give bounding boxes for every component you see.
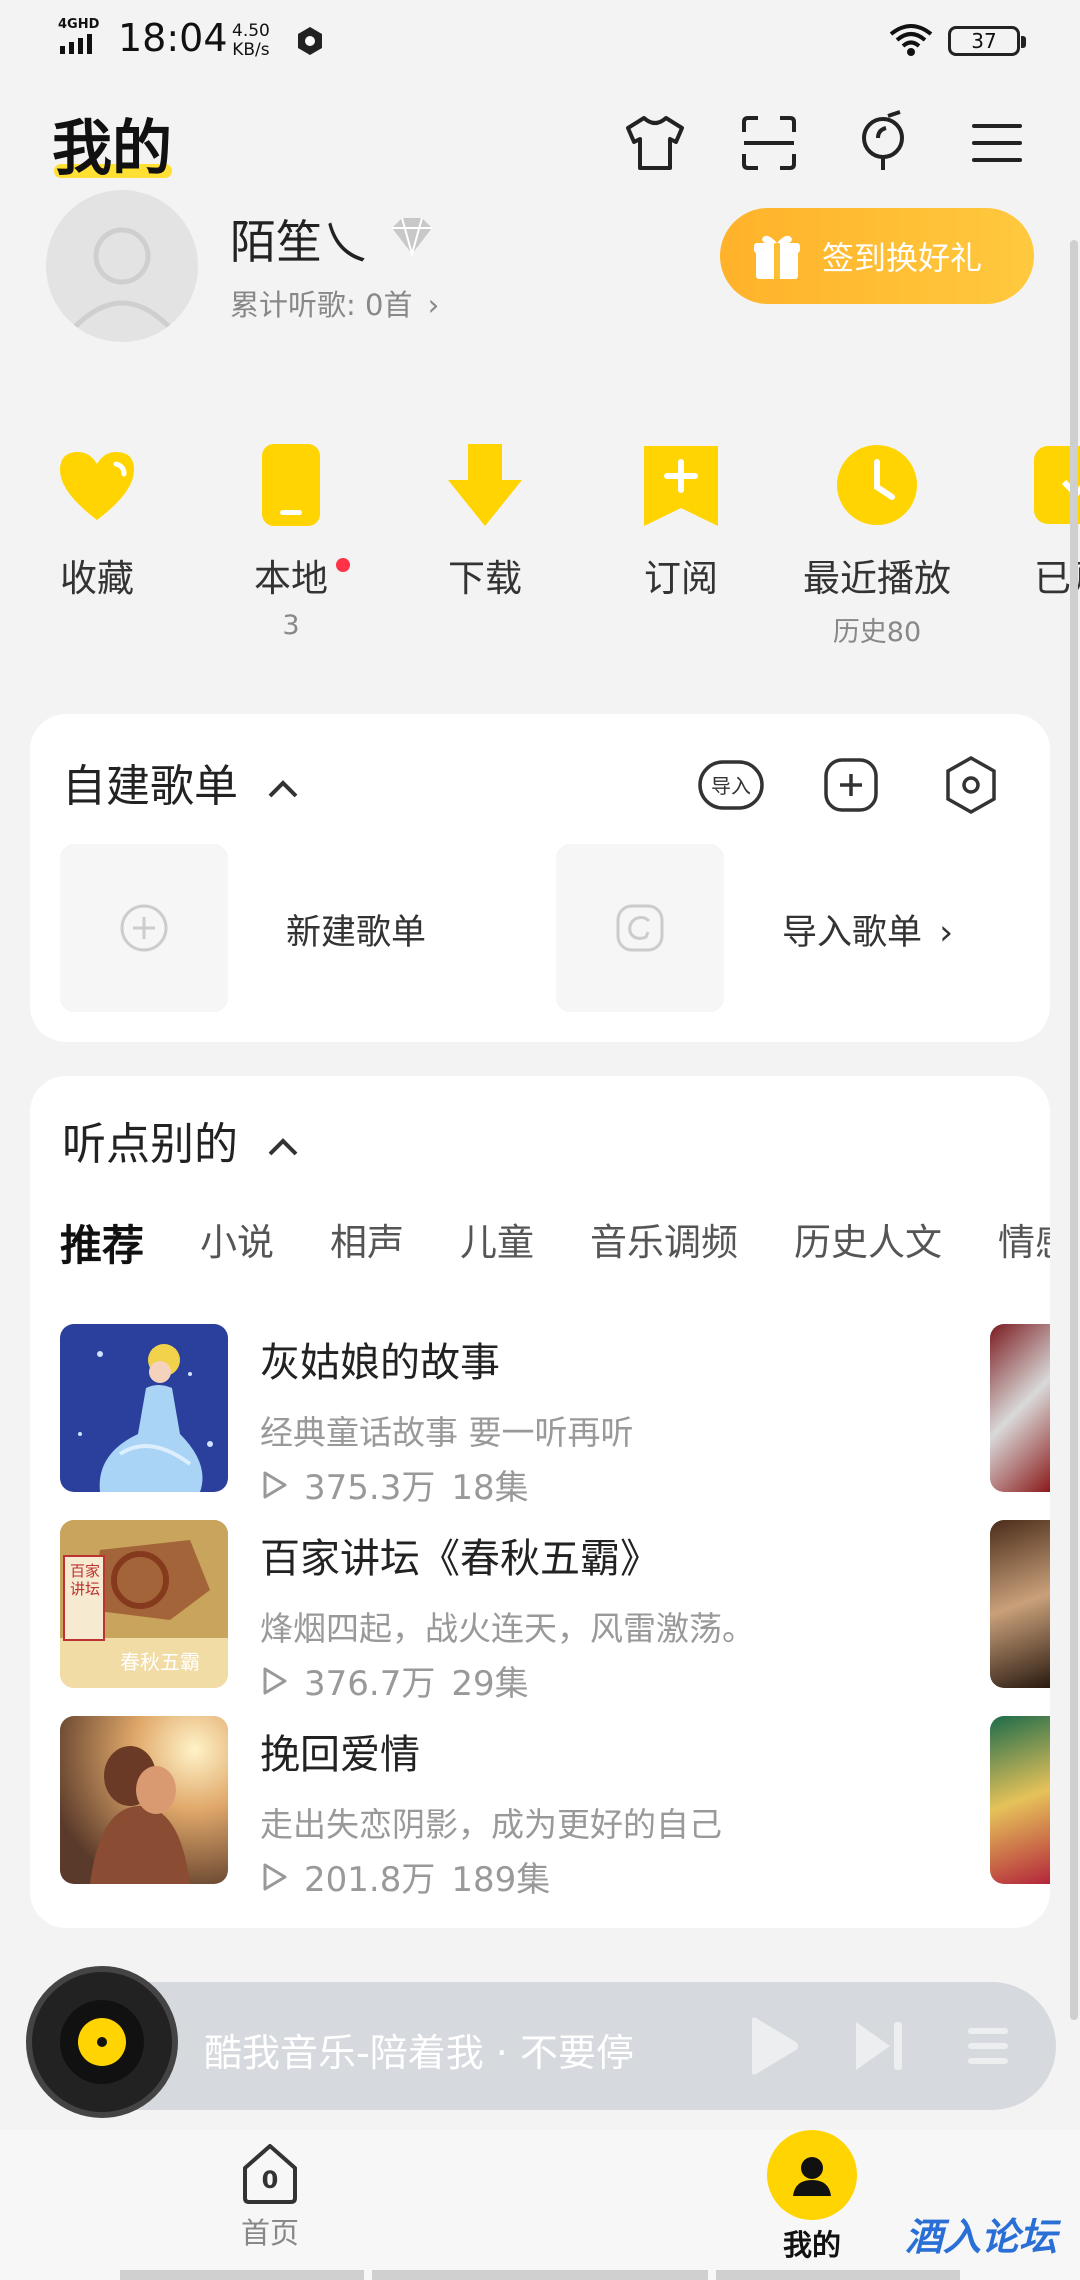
net-speed: 4.50 KB/s	[232, 21, 270, 60]
quick-entry-download[interactable]: 下载	[400, 440, 570, 602]
disc-icon[interactable]	[26, 1966, 178, 2118]
new-playlist-item[interactable]: 新建歌单	[60, 844, 530, 1012]
play-count: 376.7万	[304, 1664, 436, 1704]
avatar[interactable]	[46, 190, 198, 342]
my-playlists-card: 自建歌单 导入 新建歌单 导入歌单 ›	[30, 714, 1050, 1042]
import-refresh-icon	[556, 844, 724, 1012]
tshirt-icon[interactable]	[620, 108, 690, 178]
plus-circle-icon	[60, 844, 228, 1012]
scan-icon[interactable]	[734, 108, 804, 178]
next-track-button[interactable]	[850, 2014, 910, 2078]
quick-entry-favorites[interactable]: 收藏	[12, 440, 182, 602]
play-icon	[263, 1863, 287, 1890]
nav-home[interactable]: 0 首页	[230, 2140, 310, 2252]
clock-icon	[832, 440, 922, 530]
episode-count: 189集	[451, 1860, 551, 1900]
listen-count[interactable]: 累计听歌: 0首 ›	[230, 282, 439, 324]
mic-icon[interactable]	[848, 108, 918, 178]
play-button[interactable]	[742, 2014, 802, 2078]
tab-history[interactable]: 历史人文	[794, 1212, 942, 1266]
chevron-right-icon: ›	[427, 288, 440, 322]
gift-icon	[754, 235, 800, 279]
page-title: 我的	[52, 114, 172, 184]
now-playing-text[interactable]: 酷我音乐-陪着我 · 不要停	[204, 2022, 634, 2077]
quick-entry-local[interactable]: 本地 3	[206, 440, 376, 641]
gesture-bar	[372, 2270, 708, 2280]
nav-mine[interactable]: 我的	[762, 2130, 862, 2264]
next-page-cover[interactable]	[990, 1324, 1050, 1492]
play-count: 201.8万	[304, 1860, 436, 1900]
tab-music-radio[interactable]: 音乐调频	[590, 1212, 738, 1266]
menu-icon[interactable]	[962, 108, 1032, 178]
home-icon: 0	[237, 2140, 303, 2206]
chevron-up-icon	[264, 776, 302, 802]
watermark: 酒入论坛	[905, 2215, 1058, 2259]
cover-image	[60, 1324, 228, 1492]
tab-emotion[interactable]: 情感	[998, 1212, 1050, 1266]
heart-icon	[52, 440, 142, 530]
subscribe-icon	[636, 440, 726, 530]
app-notification-icon	[292, 22, 328, 58]
import-icon[interactable]: 导入	[696, 750, 766, 820]
playlist-queue-icon[interactable]	[958, 2014, 1018, 2078]
gesture-bar	[716, 2270, 960, 2280]
quick-entry-recent[interactable]: 最近播放 历史80	[792, 440, 962, 649]
cover-image	[60, 1716, 228, 1884]
chevron-up-icon	[264, 1134, 302, 1160]
category-tabs: 推荐 小说 相声 儿童 音乐调频 历史人文 情感	[60, 1212, 1050, 1282]
play-count: 375.3万	[304, 1468, 436, 1508]
scrollbar[interactable]	[1070, 240, 1078, 2020]
play-icon	[263, 1471, 287, 1498]
import-playlist-item[interactable]: 导入歌单 ›	[556, 844, 1026, 1012]
signin-gift-button[interactable]: 签到换好礼	[720, 208, 1034, 304]
new-badge-dot	[336, 558, 350, 572]
next-page-cover[interactable]	[990, 1520, 1050, 1688]
play-icon	[263, 1667, 287, 1694]
tab-crosstalk[interactable]: 相声	[330, 1212, 404, 1266]
user-icon	[767, 2130, 857, 2220]
status-time: 18:04	[118, 16, 228, 60]
episode-count: 18集	[451, 1468, 529, 1508]
diamond-icon[interactable]	[386, 216, 438, 256]
username[interactable]: 陌笙乀	[230, 206, 368, 272]
next-page-cover[interactable]	[990, 1716, 1050, 1884]
list-item[interactable]: 灰姑娘的故事 经典童话故事 要一听再听 375.3万 18集	[60, 1324, 980, 1508]
episode-count: 29集	[451, 1664, 529, 1704]
card-title[interactable]: 听点别的	[62, 1108, 302, 1172]
tab-children[interactable]: 儿童	[460, 1212, 534, 1266]
status-bar: 4GHD 18:04 4.50 KB/s 37	[0, 0, 1080, 80]
add-playlist-icon[interactable]	[816, 750, 886, 820]
phone-icon	[246, 440, 336, 530]
cover-image: 百家讲坛 春秋五霸	[60, 1520, 228, 1688]
tab-recommend[interactable]: 推荐	[60, 1212, 144, 1275]
battery-indicator: 37	[948, 26, 1026, 56]
wifi-icon	[888, 22, 934, 58]
settings-icon[interactable]	[936, 750, 1006, 820]
card-title[interactable]: 自建歌单	[62, 750, 302, 814]
download-icon	[440, 440, 530, 530]
list-item[interactable]: 百家讲坛 春秋五霸 百家讲坛《春秋五霸》 烽烟四起，战火连天，风雷激荡。 376…	[60, 1520, 980, 1704]
quick-entry-subscribe[interactable]: 订阅	[596, 440, 766, 602]
signal-icon: 4GHD	[58, 18, 102, 54]
chevron-right-icon: ›	[939, 913, 954, 953]
list-item[interactable]: 挽回爱情 走出失恋阴影，成为更好的自己 201.8万 189集	[60, 1716, 980, 1900]
tab-novel[interactable]: 小说	[200, 1212, 274, 1266]
gesture-bar	[120, 2270, 364, 2280]
